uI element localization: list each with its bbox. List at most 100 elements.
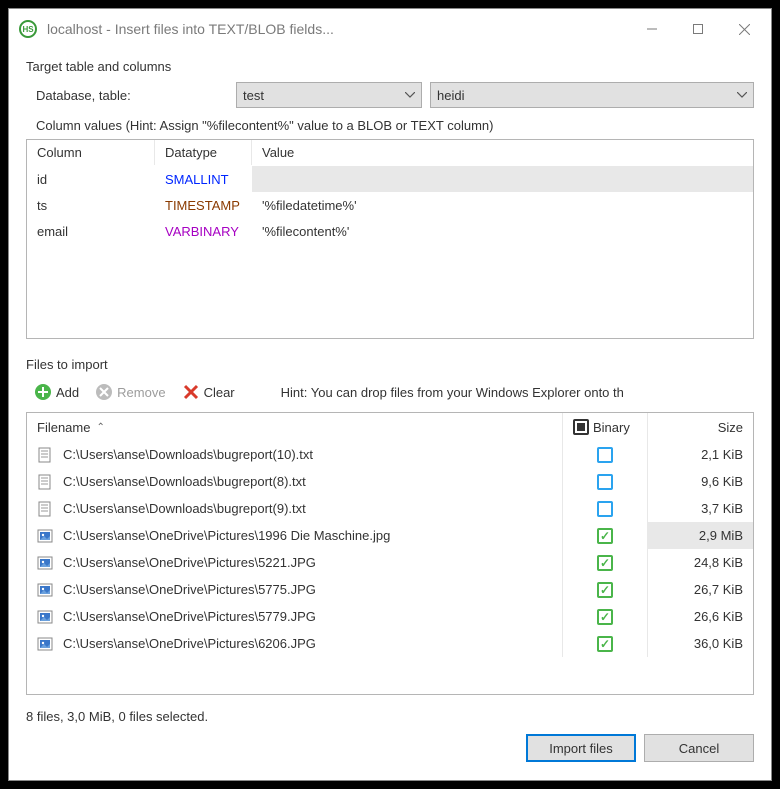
file-size: 3,7 KiB bbox=[648, 495, 753, 522]
col-header-datatype[interactable]: Datatype bbox=[155, 140, 252, 165]
file-row[interactable]: C:\Users\anse\Downloads\bugreport(9).txt… bbox=[27, 495, 753, 522]
cancel-button[interactable]: Cancel bbox=[644, 734, 754, 762]
database-combobox[interactable]: test bbox=[236, 82, 422, 108]
image-file-icon bbox=[37, 528, 53, 544]
remove-label: Remove bbox=[117, 385, 165, 400]
binary-cell[interactable] bbox=[563, 441, 648, 468]
remove-button[interactable]: Remove bbox=[87, 379, 173, 405]
columns-row[interactable]: idSMALLINT bbox=[27, 166, 753, 192]
maximize-button[interactable] bbox=[675, 14, 721, 44]
file-path-cell: C:\Users\anse\OneDrive\Pictures\5775.JPG bbox=[27, 576, 563, 603]
column-value[interactable]: '%filecontent%' bbox=[252, 224, 753, 239]
col-header-filename[interactable]: Filename ⌃ bbox=[27, 413, 563, 441]
target-group-label: Target table and columns bbox=[26, 59, 754, 74]
titlebar[interactable]: HS localhost - Insert files into TEXT/BL… bbox=[9, 9, 771, 49]
file-path-cell: C:\Users\anse\Downloads\bugreport(8).txt bbox=[27, 468, 563, 495]
columns-grid-header: Column Datatype Value bbox=[27, 140, 753, 166]
binary-cell[interactable] bbox=[563, 522, 648, 549]
binary-cell[interactable] bbox=[563, 630, 648, 657]
table-value: heidi bbox=[437, 88, 464, 103]
column-datatype: VARBINARY bbox=[155, 224, 252, 239]
files-grid[interactable]: Filename ⌃ Binary Size C:\Users\anse\Dow… bbox=[26, 412, 754, 695]
binary-cell[interactable] bbox=[563, 495, 648, 522]
file-size: 2,1 KiB bbox=[648, 441, 753, 468]
file-path: C:\Users\anse\OneDrive\Pictures\5779.JPG bbox=[63, 609, 316, 624]
file-size: 24,8 KiB bbox=[648, 549, 753, 576]
file-row[interactable]: C:\Users\anse\OneDrive\Pictures\6206.JPG… bbox=[27, 630, 753, 657]
file-size: 2,9 MiB bbox=[648, 522, 753, 549]
binary-cell[interactable] bbox=[563, 468, 648, 495]
clear-icon bbox=[182, 383, 200, 401]
plus-icon bbox=[34, 383, 52, 401]
database-value: test bbox=[243, 88, 264, 103]
add-button[interactable]: Add bbox=[26, 379, 87, 405]
file-path: C:\Users\anse\Downloads\bugreport(9).txt bbox=[63, 501, 306, 516]
file-path: C:\Users\anse\OneDrive\Pictures\5775.JPG bbox=[63, 582, 316, 597]
svg-text:HS: HS bbox=[22, 25, 34, 34]
file-path-cell: C:\Users\anse\Downloads\bugreport(9).txt bbox=[27, 495, 563, 522]
image-file-icon bbox=[37, 609, 53, 625]
file-path-cell: C:\Users\anse\OneDrive\Pictures\6206.JPG bbox=[27, 630, 563, 657]
file-path: C:\Users\anse\Downloads\bugreport(8).txt bbox=[63, 474, 306, 489]
columns-row[interactable]: tsTIMESTAMP'%filedatetime%' bbox=[27, 192, 753, 218]
minimize-button[interactable] bbox=[629, 14, 675, 44]
binary-cell[interactable] bbox=[563, 549, 648, 576]
binary-checkbox[interactable] bbox=[597, 447, 613, 463]
file-size: 9,6 KiB bbox=[648, 468, 753, 495]
binary-checkbox[interactable] bbox=[597, 474, 613, 490]
file-size: 26,7 KiB bbox=[648, 576, 753, 603]
file-path-cell: C:\Users\anse\Downloads\bugreport(10).tx… bbox=[27, 441, 563, 468]
file-row[interactable]: C:\Users\anse\OneDrive\Pictures\5779.JPG… bbox=[27, 603, 753, 630]
binary-cell[interactable] bbox=[563, 576, 648, 603]
dialog-window: HS localhost - Insert files into TEXT/BL… bbox=[8, 8, 772, 781]
files-group-label: Files to import bbox=[26, 357, 754, 372]
binary-header-checkbox[interactable] bbox=[573, 419, 589, 435]
import-button[interactable]: Import files bbox=[526, 734, 636, 762]
column-datatype: TIMESTAMP bbox=[155, 198, 252, 213]
column-name: id bbox=[27, 172, 155, 187]
column-values-hint: Column values (Hint: Assign "%fileconten… bbox=[26, 118, 754, 133]
col-header-value[interactable]: Value bbox=[252, 140, 753, 165]
file-row[interactable]: C:\Users\anse\OneDrive\Pictures\5775.JPG… bbox=[27, 576, 753, 603]
files-grid-header: Filename ⌃ Binary Size bbox=[27, 413, 753, 441]
file-size: 26,6 KiB bbox=[648, 603, 753, 630]
binary-checkbox[interactable] bbox=[597, 555, 613, 571]
binary-cell[interactable] bbox=[563, 603, 648, 630]
column-name: email bbox=[27, 224, 155, 239]
column-value[interactable] bbox=[252, 166, 753, 192]
columns-row[interactable]: emailVARBINARY'%filecontent%' bbox=[27, 218, 753, 244]
column-datatype: SMALLINT bbox=[155, 172, 252, 187]
add-label: Add bbox=[56, 385, 79, 400]
file-row[interactable]: C:\Users\anse\OneDrive\Pictures\5221.JPG… bbox=[27, 549, 753, 576]
col-header-binary[interactable]: Binary bbox=[563, 413, 648, 441]
binary-checkbox[interactable] bbox=[597, 528, 613, 544]
column-value[interactable]: '%filedatetime%' bbox=[252, 198, 753, 213]
file-path: C:\Users\anse\OneDrive\Pictures\5221.JPG bbox=[63, 555, 316, 570]
file-row[interactable]: C:\Users\anse\Downloads\bugreport(8).txt… bbox=[27, 468, 753, 495]
binary-checkbox[interactable] bbox=[597, 582, 613, 598]
column-name: ts bbox=[27, 198, 155, 213]
binary-checkbox[interactable] bbox=[597, 501, 613, 517]
clear-button[interactable]: Clear bbox=[174, 379, 243, 405]
file-path: C:\Users\anse\OneDrive\Pictures\1996 Die… bbox=[63, 528, 390, 543]
file-row[interactable]: C:\Users\anse\Downloads\bugreport(10).tx… bbox=[27, 441, 753, 468]
binary-checkbox[interactable] bbox=[597, 636, 613, 652]
db-table-label: Database, table: bbox=[26, 88, 236, 103]
status-text: 8 files, 3,0 MiB, 0 files selected. bbox=[26, 709, 754, 724]
table-combobox[interactable]: heidi bbox=[430, 82, 754, 108]
file-path: C:\Users\anse\Downloads\bugreport(10).tx… bbox=[63, 447, 313, 462]
file-row[interactable]: C:\Users\anse\OneDrive\Pictures\1996 Die… bbox=[27, 522, 753, 549]
text-file-icon bbox=[37, 501, 53, 517]
col-header-size[interactable]: Size bbox=[648, 413, 753, 441]
close-button[interactable] bbox=[721, 14, 767, 44]
file-path: C:\Users\anse\OneDrive\Pictures\6206.JPG bbox=[63, 636, 316, 651]
col-header-column[interactable]: Column bbox=[27, 140, 155, 165]
chevron-down-icon bbox=[405, 92, 415, 98]
binary-checkbox[interactable] bbox=[597, 609, 613, 625]
file-path-cell: C:\Users\anse\OneDrive\Pictures\5221.JPG bbox=[27, 549, 563, 576]
columns-grid[interactable]: Column Datatype Value idSMALLINTtsTIMEST… bbox=[26, 139, 754, 339]
image-file-icon bbox=[37, 636, 53, 652]
app-icon: HS bbox=[19, 20, 37, 38]
text-file-icon bbox=[37, 474, 53, 490]
sort-asc-icon: ⌃ bbox=[96, 422, 104, 433]
